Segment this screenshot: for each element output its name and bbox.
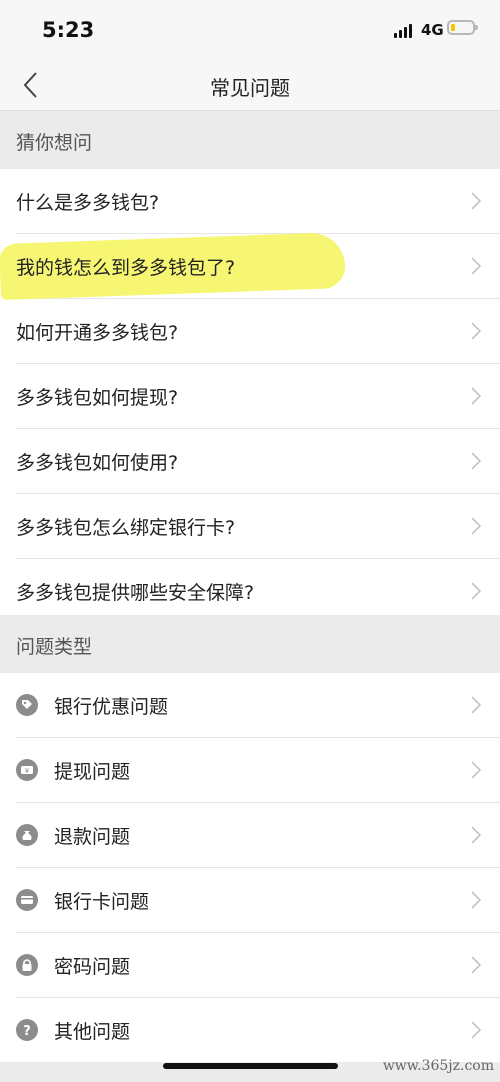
chevron-right-icon [471,826,482,844]
nav-bar: 常见问题 [0,60,500,111]
battery-icon [447,20,478,35]
faq-item[interactable]: 多多钱包如何使用? [16,429,500,494]
section-title: 问题类型 [16,636,93,658]
question-icon: ? [16,1019,38,1041]
faq-item-label: 我的钱怎么到多多钱包了? [16,257,236,279]
faq-item-label: 如何开通多多钱包? [16,322,179,344]
signal-icon [394,24,414,38]
home-indicator[interactable] [163,1063,338,1069]
chevron-right-icon [471,1021,482,1039]
faq-item[interactable]: 如何开通多多钱包? [16,299,500,364]
tag-icon [16,694,38,716]
type-item-other[interactable]: ? 其他问题 [16,998,500,1062]
chevron-right-icon [471,696,482,714]
faq-item[interactable]: 多多钱包提供哪些安全保障? [16,559,500,623]
type-item-label: 密码问题 [54,956,131,978]
lock-icon [16,954,38,976]
type-item-bank-offer[interactable]: 银行优惠问题 [16,673,500,738]
chevron-right-icon [471,891,482,909]
card-icon [16,889,38,911]
chevron-right-icon [471,956,482,974]
type-item-password[interactable]: 密码问题 [16,933,500,998]
type-item-label: 退款问题 [54,826,131,848]
type-list: 银行优惠问题 ¥ 提现问题 退款问题 银行卡问题 密码问题 ? 其他问题 [0,673,500,1062]
section-header-guess: 猜你想问 [0,111,500,169]
type-item-label: 其他问题 [54,1021,131,1043]
svg-text:¥: ¥ [25,767,30,775]
faq-item-label: 多多钱包怎么绑定银行卡? [16,517,236,539]
faq-item[interactable]: 我的钱怎么到多多钱包了? [0,231,500,301]
chevron-right-icon [471,582,482,600]
faq-item-label: 多多钱包如何提现? [16,387,179,409]
type-item-label: 银行优惠问题 [54,696,169,718]
status-time: 5:23 [42,18,95,42]
status-bar: 5:23 4G [0,0,500,60]
watermark-text: www.365jz.com [382,1058,494,1074]
money-bag-icon [16,824,38,846]
faq-item-label: 多多钱包如何使用? [16,452,179,474]
faq-item[interactable]: 多多钱包如何提现? [16,364,500,429]
section-title: 猜你想问 [16,132,93,154]
type-item-withdraw[interactable]: ¥ 提现问题 [16,738,500,803]
svg-text:?: ? [23,1024,31,1039]
guess-list: 什么是多多钱包? 我的钱怎么到多多钱包了? 如何开通多多钱包? 多多钱包如何提现… [0,169,500,623]
chevron-right-icon [471,452,482,470]
type-item-bank-card[interactable]: 银行卡问题 [16,868,500,933]
ticket-icon: ¥ [16,759,38,781]
section-header-types: 问题类型 [0,615,500,673]
chevron-right-icon [471,192,482,210]
faq-item[interactable]: 多多钱包怎么绑定银行卡? [16,494,500,559]
chevron-right-icon [471,387,482,405]
chevron-right-icon [471,322,482,340]
faq-item-label: 什么是多多钱包? [16,192,160,214]
type-item-refund[interactable]: 退款问题 [16,803,500,868]
faq-item-label: 多多钱包提供哪些安全保障? [16,582,255,604]
chevron-right-icon [471,517,482,535]
page-title: 常见问题 [210,76,290,100]
chevron-right-icon [471,257,482,275]
type-item-label: 银行卡问题 [54,891,150,913]
network-type: 4G [421,21,444,39]
chevron-right-icon [471,761,482,779]
faq-item[interactable]: 什么是多多钱包? [16,169,500,234]
type-item-label: 提现问题 [54,761,131,783]
